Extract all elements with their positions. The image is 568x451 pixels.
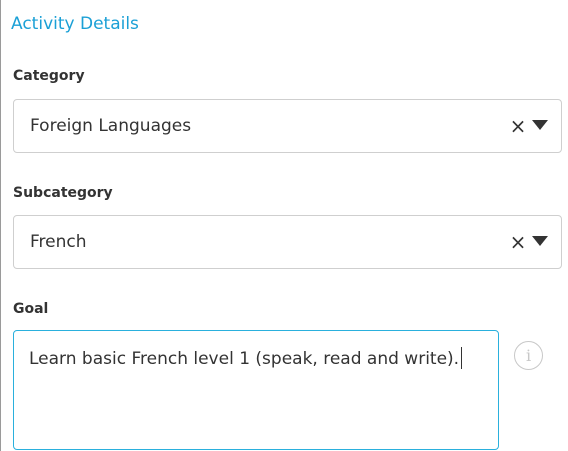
subcategory-selected-value: French (30, 232, 87, 252)
section-title: Activity Details (11, 14, 139, 34)
goal-label: Goal (13, 301, 49, 317)
goal-textarea[interactable]: Learn basic French level 1 (speak, read … (13, 330, 499, 450)
category-label: Category (13, 68, 85, 84)
subcategory-clear-icon[interactable]: × (506, 230, 530, 254)
category-select[interactable]: Foreign Languages × (13, 99, 562, 153)
subcategory-select[interactable]: French × (13, 215, 562, 269)
category-dropdown-caret-down-icon[interactable] (532, 120, 548, 130)
category-clear-icon[interactable]: × (506, 114, 530, 138)
goal-text: Learn basic French level 1 (speak, read … (29, 349, 460, 369)
subcategory-dropdown-caret-down-icon[interactable] (532, 236, 548, 246)
goal-text-wrapper: Learn basic French level 1 (speak, read … (29, 344, 469, 374)
subcategory-label: Subcategory (13, 185, 113, 201)
text-cursor (461, 347, 463, 369)
category-selected-value: Foreign Languages (30, 116, 192, 136)
info-icon[interactable]: i (514, 341, 543, 370)
activity-details-panel: Activity Details Category Foreign Langua… (0, 0, 568, 451)
